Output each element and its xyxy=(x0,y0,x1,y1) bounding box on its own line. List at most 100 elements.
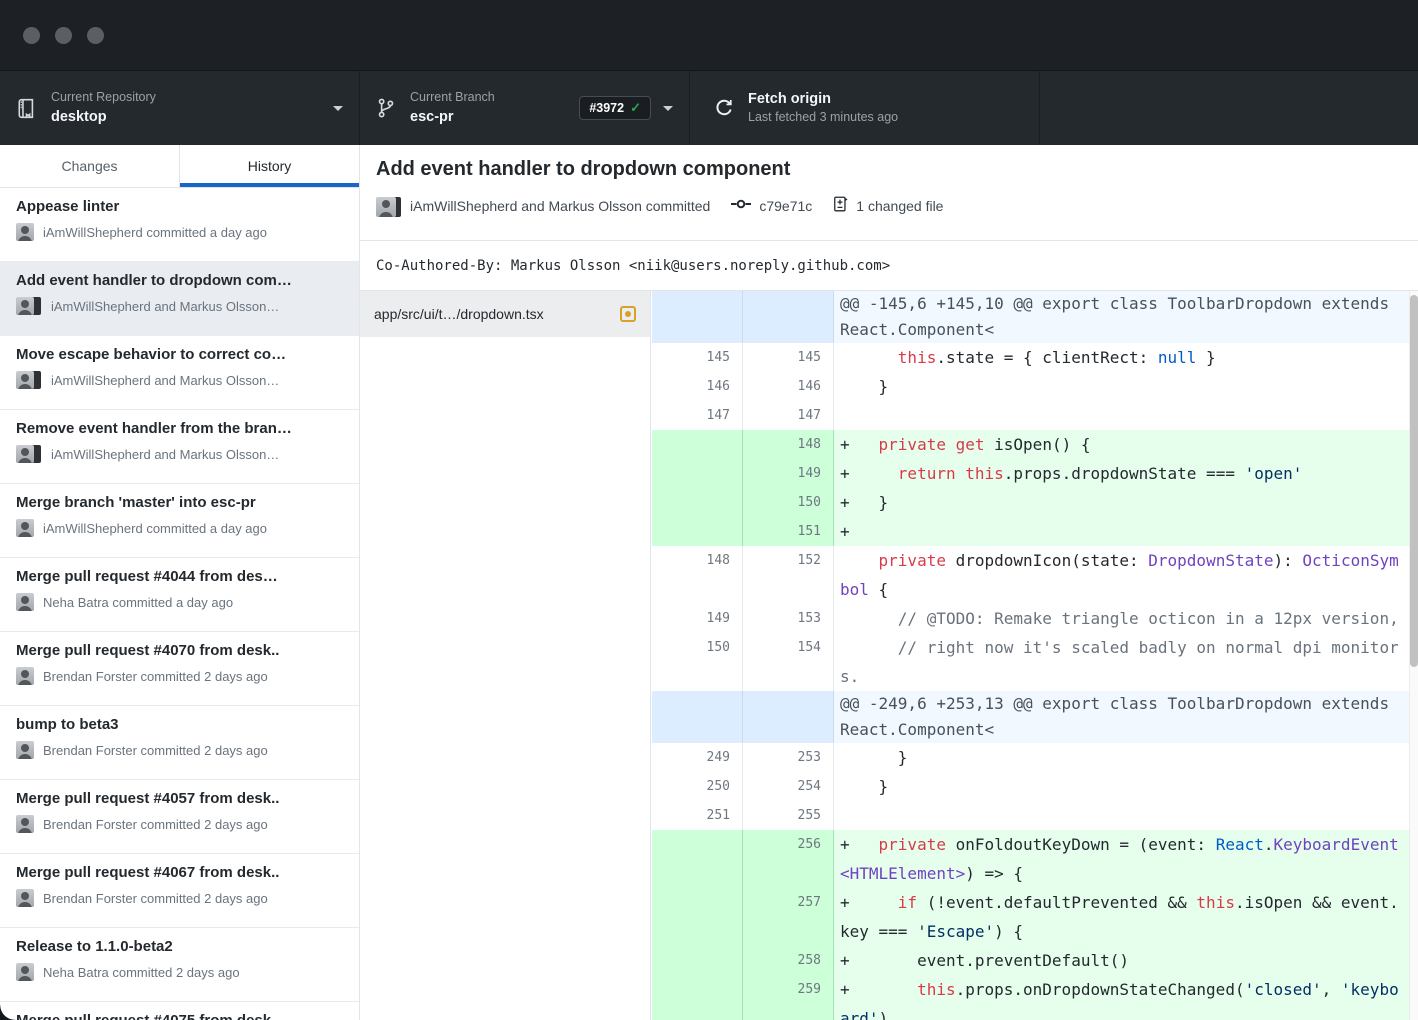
commit-row-meta: iAmWillShepherd committed a day ago xyxy=(16,519,343,537)
new-line-number: 150 xyxy=(743,488,834,517)
diff-row: 258+ event.preventDefault() xyxy=(652,946,1409,975)
old-line-number xyxy=(652,488,743,517)
current-branch-button[interactable]: Current Branch esc-pr #3972 ✓ xyxy=(360,71,690,145)
old-line-number: 150 xyxy=(652,633,743,691)
history-commit-row[interactable]: Release to 1.1.0-beta2Neha Batra committ… xyxy=(0,928,359,1002)
commit-row-title: Move escape behavior to correct co… xyxy=(16,346,343,363)
diff-row: @@ -249,6 +253,13 @@ export class Toolba… xyxy=(652,691,1409,743)
commit-row-title: Merge pull request #4067 from desk.. xyxy=(16,864,343,881)
old-line-number xyxy=(652,946,743,975)
tabbar: Changes History xyxy=(0,145,359,188)
new-line-number: 148 xyxy=(743,430,834,459)
commit-row-title: Merge pull request #4044 from des… xyxy=(16,568,343,585)
new-line-number: 258 xyxy=(743,946,834,975)
commit-row-title: Merge pull request #4070 from desk.. xyxy=(16,642,343,659)
fetch-origin-button[interactable]: Fetch origin Last fetched 3 minutes ago xyxy=(690,71,1040,145)
history-commit-row[interactable]: Add event handler to dropdown com… iAmWil… xyxy=(0,262,359,336)
code-line: + private onFoldoutKeyDown = (event: Rea… xyxy=(834,830,1409,888)
avatar xyxy=(16,297,42,315)
repository-name: desktop xyxy=(51,108,156,126)
file-row[interactable]: app/src/ui/t…/dropdown.tsx xyxy=(360,291,650,337)
close-window-button[interactable] xyxy=(23,27,40,44)
commit-row-title: bump to beta3 xyxy=(16,716,343,733)
current-repository-button[interactable]: Current Repository desktop xyxy=(0,71,360,145)
avatar xyxy=(16,223,34,241)
avatar xyxy=(16,445,42,463)
git-branch-icon xyxy=(376,97,396,119)
diff-row: 148+ private get isOpen() { xyxy=(652,430,1409,459)
avatar xyxy=(16,667,34,685)
commit-row-meta: iAmWillShepherd and Markus Olsson… xyxy=(16,297,343,315)
old-line-number xyxy=(652,291,743,343)
history-commit-row[interactable]: Merge pull request #4075 from desk.. xyxy=(0,1002,359,1020)
old-line-number: 148 xyxy=(652,546,743,604)
branch-name: esc-pr xyxy=(410,108,495,126)
history-commit-row[interactable]: Move escape behavior to correct co…iAmWi… xyxy=(0,336,359,410)
minimize-window-button[interactable] xyxy=(55,27,72,44)
diff-row: 249253 } xyxy=(652,743,1409,772)
old-line-number: 149 xyxy=(652,604,743,633)
commit-header: Add event handler to dropdown component … xyxy=(360,145,1418,241)
commit-row-title: Remove event handler from the bran… xyxy=(16,420,343,437)
diff-row: 147147 xyxy=(652,401,1409,430)
tab-history[interactable]: History xyxy=(179,145,359,187)
diff-row: 151+ xyxy=(652,517,1409,546)
diff-lines: @@ -145,6 +145,10 @@ export class Toolba… xyxy=(652,291,1409,1020)
commit-row-meta: Brendan Forster committed 2 days ago xyxy=(16,815,343,833)
history-commit-row[interactable]: Appease linteriAmWillShepherd committed … xyxy=(0,188,359,262)
commit-detail-content: app/src/ui/t…/dropdown.tsx @@ -145,6 +14… xyxy=(360,291,1418,1020)
history-commit-row[interactable]: Merge branch 'master' into esc-priAmWill… xyxy=(0,484,359,558)
diff-file-icon xyxy=(832,195,849,216)
history-commit-row[interactable]: Merge pull request #4057 from desk..Bren… xyxy=(0,780,359,854)
code-line xyxy=(834,801,1409,830)
sync-icon xyxy=(714,98,734,118)
new-line-number: 259 xyxy=(743,975,834,1020)
avatar xyxy=(16,519,34,537)
avatar xyxy=(16,741,34,759)
commit-row-meta: Brendan Forster committed 2 days ago xyxy=(16,667,343,685)
commit-title: Add event handler to dropdown component xyxy=(376,158,1402,181)
history-commit-row[interactable]: Merge pull request #4070 from desk.. Bren… xyxy=(0,632,359,706)
commit-sha: c79e71c xyxy=(759,198,812,214)
window-corner xyxy=(0,1005,15,1020)
scrollbar-thumb[interactable] xyxy=(1410,295,1418,667)
code-line xyxy=(834,401,1409,430)
old-line-number xyxy=(652,459,743,488)
diff-row: 145145 this.state = { clientRect: null } xyxy=(652,343,1409,372)
history-commit-row[interactable]: Merge pull request #4067 from desk..Bren… xyxy=(0,854,359,928)
old-line-number: 251 xyxy=(652,801,743,830)
history-commit-row[interactable]: Remove event handler from the bran…iAmWi… xyxy=(0,410,359,484)
new-line-number: 151 xyxy=(743,517,834,546)
old-line-number: 146 xyxy=(652,372,743,401)
changed-files-count: 1 changed file xyxy=(856,198,943,214)
zoom-window-button[interactable] xyxy=(87,27,104,44)
commit-row-title: Merge pull request #4075 from desk.. xyxy=(16,1012,343,1020)
history-commit-row[interactable]: bump to beta3Brendan Forster committed 2… xyxy=(0,706,359,780)
history-commit-row[interactable]: Merge pull request #4044 from des… Neha B… xyxy=(0,558,359,632)
fetch-subtitle: Last fetched 3 minutes ago xyxy=(748,110,898,126)
new-line-number: 153 xyxy=(743,604,834,633)
titlebar xyxy=(0,0,1418,70)
new-line-number: 152 xyxy=(743,546,834,604)
diff-row: 150154 // right now it's scaled badly on… xyxy=(652,633,1409,691)
repo-icon xyxy=(16,98,37,119)
code-line: // right now it's scaled badly on normal… xyxy=(834,633,1409,691)
app-window: Current Repository desktop Current Branc… xyxy=(0,0,1418,1020)
code-line: + private get isOpen() { xyxy=(834,430,1409,459)
avatar xyxy=(16,371,42,389)
old-line-number xyxy=(652,430,743,459)
new-line-number: 146 xyxy=(743,372,834,401)
commit-row-meta: Neha Batra committed a day ago xyxy=(16,593,343,611)
history-commit-list: Appease linter iAmWillShepherd committed … xyxy=(0,188,359,1020)
pr-number-badge: #3972 ✓ xyxy=(579,96,651,120)
tab-changes[interactable]: Changes xyxy=(0,145,179,187)
new-line-number: 255 xyxy=(743,801,834,830)
author-avatars xyxy=(376,197,402,215)
commit-row-title: Add event handler to dropdown com… xyxy=(16,272,343,289)
diff-scrollbar[interactable] xyxy=(1409,291,1418,1020)
new-line-number xyxy=(743,291,834,343)
chevron-down-icon xyxy=(663,106,673,111)
commit-row-title: Appease linter xyxy=(16,198,343,215)
code-line: } xyxy=(834,772,1409,801)
diff-row: 251255 xyxy=(652,801,1409,830)
